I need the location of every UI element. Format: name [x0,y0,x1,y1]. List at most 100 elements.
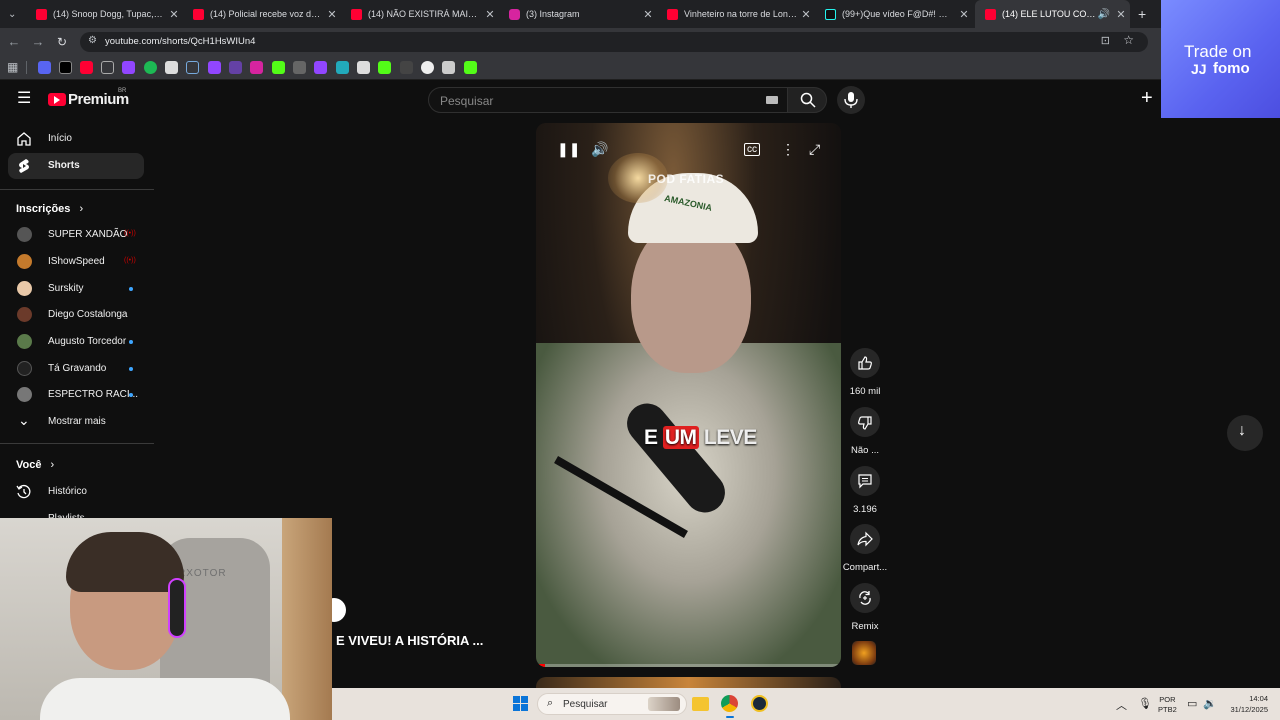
search-button[interactable] [787,87,827,113]
language-indicator[interactable]: POR PTB2 [1158,695,1177,715]
bookmark-icon[interactable] [336,61,349,74]
close-tab-icon[interactable]: ✕ [481,8,499,21]
start-button[interactable] [513,696,529,712]
bookmark-icon[interactable] [101,61,114,74]
browser-tab-active[interactable]: (14) ELE LUTOU COM A ON 🔊 ✕ [975,0,1130,28]
url-text[interactable]: youtube.com/shorts/QcH1HsWIUn4 [105,36,255,47]
clock[interactable]: 14:04 31/12/2025 [1222,693,1268,715]
close-tab-icon[interactable]: ✕ [955,8,973,21]
pause-icon[interactable]: ❚❚ [557,141,580,158]
install-app-icon[interactable]: ⊡ [1101,34,1110,47]
site-info-icon[interactable]: ⚙ [88,35,97,46]
bookmark-twitch-icon[interactable] [314,61,327,74]
forward-icon[interactable]: → [30,34,46,50]
channel-watermark: POD FATIAS [648,172,725,186]
bookmark-icon[interactable] [378,61,391,74]
next-short-thumbnail[interactable] [536,677,841,688]
bookmark-x-icon[interactable] [59,61,72,74]
bookmark-icon[interactable] [400,61,413,74]
share-button[interactable]: Compart... [843,524,887,573]
tray-chevron-up-icon[interactable]: ︿ [1116,697,1127,713]
bookmark-icon[interactable] [165,61,178,74]
shorts-video-player[interactable]: AMAZONIA POD FATIAS E UM LEVE ❚❚ 🔊 cc ⋮ … [536,123,841,667]
bookmark-kick-icon[interactable] [272,61,285,74]
sidebar-item-history[interactable]: Histórico [8,479,144,505]
browser-tab[interactable]: (99+)Que vídeo F@D#! 👏 O a ✕ [815,0,973,28]
bookmark-icon[interactable] [186,61,199,74]
keyboard-icon[interactable] [766,96,778,104]
subscription-item[interactable]: IShowSpeed ((•)) [8,250,144,274]
dislike-button[interactable]: Não ... [848,407,882,456]
close-tab-icon[interactable]: ✕ [1112,8,1130,21]
video-caption: E UM LEVE [644,426,757,449]
network-icon[interactable]: ▭ [1187,697,1197,710]
bookmark-twitch-icon[interactable] [208,61,221,74]
fomo-ad-banner[interactable]: Trade on JJ fomo [1161,0,1280,118]
remix-button[interactable]: Remix [848,583,882,632]
like-button[interactable]: 160 mil [848,348,882,397]
close-tab-icon[interactable]: ✕ [639,8,657,21]
channel-avatar [17,227,32,242]
bookmark-icon[interactable] [293,61,306,74]
file-explorer-icon[interactable] [692,697,709,711]
subscription-item[interactable]: Augusto Torcedor [8,330,144,354]
subscription-item[interactable]: ESPECTRO RACI... [8,383,144,407]
youtube-favicon-icon [36,8,47,20]
back-icon[interactable]: ← [6,34,22,50]
bookmark-star-icon[interactable]: ☆ [1123,33,1134,47]
browser-tab[interactable]: (14) Snoop Dogg, Tupac, Nate D ✕ [26,0,183,28]
volume-icon[interactable]: 🔊 [591,141,608,158]
menu-icon[interactable]: ☰ [17,90,31,108]
apps-grid-icon[interactable]: ▦ [7,60,18,74]
subscriptions-heading[interactable]: Inscrições › [16,203,83,215]
bookmark-icon[interactable] [421,61,434,74]
show-more-button[interactable]: ⌄ Mostrar mais [8,410,144,434]
voice-search-button[interactable] [837,86,865,114]
browser-tab[interactable]: (14) Policial recebe voz de prisã ✕ [183,0,341,28]
audio-playing-icon[interactable]: 🔊 [1098,9,1110,20]
windows-logo-icon [521,704,528,711]
next-short-button[interactable]: ↓ [1227,415,1263,451]
subscription-item[interactable]: SUPER XANDÃO ((•)) [8,223,144,247]
video-progress-bar[interactable] [536,664,841,667]
browser-tab[interactable]: Vinheteiro na torre de Londres ✕ [657,0,815,28]
sidebar-item-home[interactable]: Início [8,126,144,152]
fullscreen-icon[interactable]: ⤢ [809,141,820,158]
create-icon[interactable]: + [1141,87,1153,110]
bookmark-icon[interactable] [357,61,370,74]
bookmark-icon[interactable] [38,61,51,74]
captions-icon[interactable]: cc [744,143,760,156]
chrome-icon[interactable] [721,695,738,712]
remix-icon [859,591,871,605]
speaker-icon[interactable]: 🔉 [1203,697,1217,710]
channel-avatar-button[interactable] [852,641,876,665]
short-title[interactable]: E VIVEU! A HISTÓRIA ... [336,633,483,648]
bookmark-twitch-icon[interactable] [122,61,135,74]
address-bar[interactable]: ⚙ youtube.com/shorts/QcH1HsWIUn4 ⊡ ☆ [80,32,1148,52]
subscription-item[interactable]: Surskity [8,277,144,301]
more-options-icon[interactable]: ⋮ [781,141,795,158]
close-tab-icon[interactable]: ✕ [797,8,815,21]
close-tab-icon[interactable]: ✕ [323,8,341,21]
bookmark-icon[interactable] [229,61,242,74]
you-heading[interactable]: Você › [16,459,54,471]
bookmark-instagram-icon[interactable] [250,61,263,74]
new-tab-button[interactable]: + [1133,0,1157,28]
sidebar-item-shorts[interactable]: Shorts [8,153,144,179]
taskbar-search-input[interactable]: ⌕ Pesquisar [537,693,687,715]
browser-tab[interactable]: (3) Instagram ✕ [499,0,657,28]
reload-icon[interactable]: ↻ [54,34,70,50]
subscription-item[interactable]: Diego Costalonga [8,303,144,327]
browser-tab[interactable]: (14) NÃO EXISTIRÁ MAIS CASAM ✕ [341,0,499,28]
comments-button[interactable]: 3.196 [848,466,882,515]
microphone-tray-icon[interactable]: 🎙 [1138,697,1152,710]
bookmark-youtube-icon[interactable] [80,61,93,74]
bookmark-kick-icon[interactable] [464,61,477,74]
subscription-item[interactable]: Tá Gravando [8,357,144,381]
bookmark-icon[interactable] [442,61,455,74]
search-input[interactable]: Pesquisar [428,87,788,113]
arrow-down-icon: ↓ [1238,422,1246,439]
close-tab-icon[interactable]: ✕ [165,8,183,21]
bookmark-icon[interactable] [144,61,157,74]
app-icon[interactable] [751,695,768,712]
